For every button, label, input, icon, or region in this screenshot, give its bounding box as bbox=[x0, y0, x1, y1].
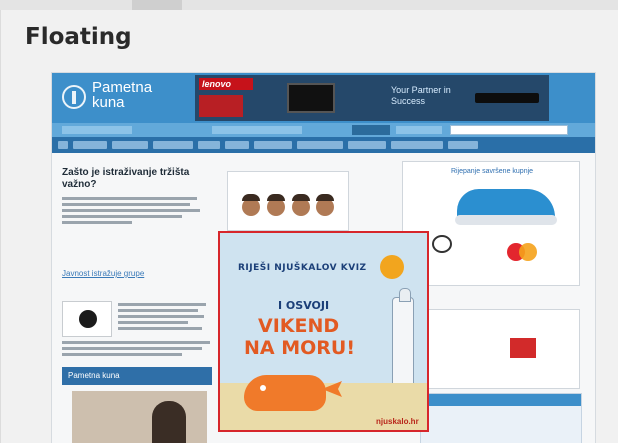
nav-item[interactable] bbox=[225, 141, 249, 149]
nav-item[interactable] bbox=[58, 141, 68, 149]
search-button[interactable] bbox=[352, 125, 390, 135]
shoe-image bbox=[455, 189, 557, 225]
article-text-2 bbox=[62, 341, 212, 359]
ad-slogan: Your Partner in Success bbox=[391, 85, 451, 106]
utility-link[interactable] bbox=[62, 126, 132, 134]
checkmark-icon bbox=[510, 338, 536, 358]
popup-headline-1: VIKEND bbox=[258, 315, 340, 337]
ad-brand-logo: lenovo bbox=[199, 78, 253, 90]
popup-subtitle: I OSVOJI bbox=[278, 299, 330, 312]
search-row bbox=[52, 123, 595, 137]
pin-icon bbox=[432, 235, 452, 253]
ad-product-image bbox=[475, 93, 539, 103]
site-logo-text[interactable]: Pametna kuna bbox=[92, 80, 182, 110]
popup-brand[interactable]: njuskalo.hr bbox=[376, 417, 419, 426]
card-title: Floating bbox=[25, 24, 132, 50]
presenter-image bbox=[152, 401, 186, 443]
nav-item[interactable] bbox=[198, 141, 220, 149]
utility-link[interactable] bbox=[396, 126, 442, 134]
team-photo bbox=[242, 194, 337, 224]
top-tab[interactable] bbox=[132, 0, 182, 10]
nav-item[interactable] bbox=[391, 141, 443, 149]
nav-item[interactable] bbox=[73, 141, 107, 149]
shoe-ad-title: Rijepanje savršene kupnje bbox=[450, 168, 534, 175]
site-header: Pametna kuna lenovo Your Partner in Succ… bbox=[52, 73, 595, 123]
promo-card[interactable] bbox=[422, 309, 580, 389]
video-thumbnail[interactable] bbox=[72, 391, 207, 443]
person-icon bbox=[292, 194, 310, 216]
utility-link[interactable] bbox=[212, 126, 302, 134]
search-input[interactable] bbox=[450, 125, 568, 135]
ad-red-block bbox=[199, 95, 243, 117]
floating-ad-popup[interactable]: RIJEŠI NJUŠKALOV KVIZ I OSVOJI VIKEND NA… bbox=[218, 231, 429, 432]
website-screenshot: Pametna kuna lenovo Your Partner in Succ… bbox=[51, 72, 596, 443]
laptop-icon bbox=[287, 83, 335, 113]
nav-item[interactable] bbox=[448, 141, 478, 149]
top-strip bbox=[0, 0, 618, 10]
nav-item[interactable] bbox=[348, 141, 386, 149]
person-icon bbox=[242, 194, 260, 216]
article-text bbox=[62, 197, 202, 227]
popup-headline-2: NA MORU! bbox=[244, 337, 356, 359]
article-thumbnail[interactable] bbox=[62, 301, 112, 337]
logo-icon[interactable] bbox=[62, 85, 86, 109]
person-icon bbox=[316, 194, 334, 216]
article-title[interactable]: Zašto je istraživanje tržišta važno? bbox=[62, 167, 202, 191]
nav-item[interactable] bbox=[297, 141, 343, 149]
popup-title: RIJEŠI NJUŠKALOV KVIZ bbox=[238, 263, 367, 273]
sidebar-panel-header bbox=[421, 394, 581, 406]
main-nav bbox=[52, 137, 595, 153]
article-link[interactable]: Javnost istražuje grupe bbox=[62, 269, 194, 279]
mastercard-icon bbox=[507, 243, 537, 261]
whale-icon bbox=[244, 375, 326, 411]
example-card: Floating Pametna kuna lenovo Your Partne… bbox=[0, 10, 618, 443]
video-caption-bar[interactable]: Pametna kuna bbox=[62, 367, 212, 385]
person-icon bbox=[267, 194, 285, 216]
nav-item[interactable] bbox=[254, 141, 292, 149]
nav-item[interactable] bbox=[153, 141, 193, 149]
header-ad-banner[interactable]: lenovo Your Partner in Success bbox=[195, 75, 549, 121]
thumbnail-text bbox=[118, 303, 208, 333]
sidebar-panel bbox=[420, 393, 582, 443]
nav-item[interactable] bbox=[112, 141, 148, 149]
sun-icon bbox=[380, 255, 404, 279]
